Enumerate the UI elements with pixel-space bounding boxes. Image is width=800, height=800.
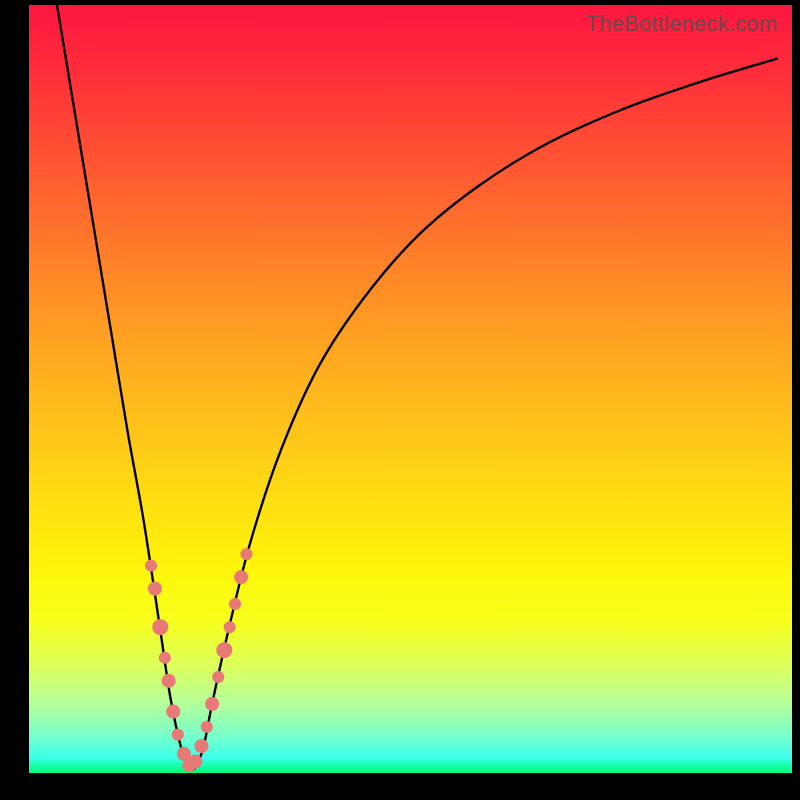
data-marker <box>216 642 232 658</box>
chart-frame: TheBottleneck.com <box>0 0 800 800</box>
data-marker <box>145 560 157 572</box>
data-marker <box>229 598 241 610</box>
data-marker <box>201 721 213 733</box>
plot-area: TheBottleneck.com <box>29 5 792 773</box>
data-marker <box>148 582 162 596</box>
data-marker <box>205 697 219 711</box>
data-marker <box>152 619 168 635</box>
data-marker <box>224 621 236 633</box>
data-marker <box>188 754 202 768</box>
data-marker <box>194 739 208 753</box>
data-markers <box>145 548 252 772</box>
curve-svg <box>29 5 792 773</box>
data-marker <box>166 705 180 719</box>
data-marker <box>212 671 224 683</box>
data-marker <box>159 652 171 664</box>
data-marker <box>234 570 248 584</box>
data-marker <box>240 548 252 560</box>
data-marker <box>172 729 184 741</box>
data-marker <box>162 674 176 688</box>
